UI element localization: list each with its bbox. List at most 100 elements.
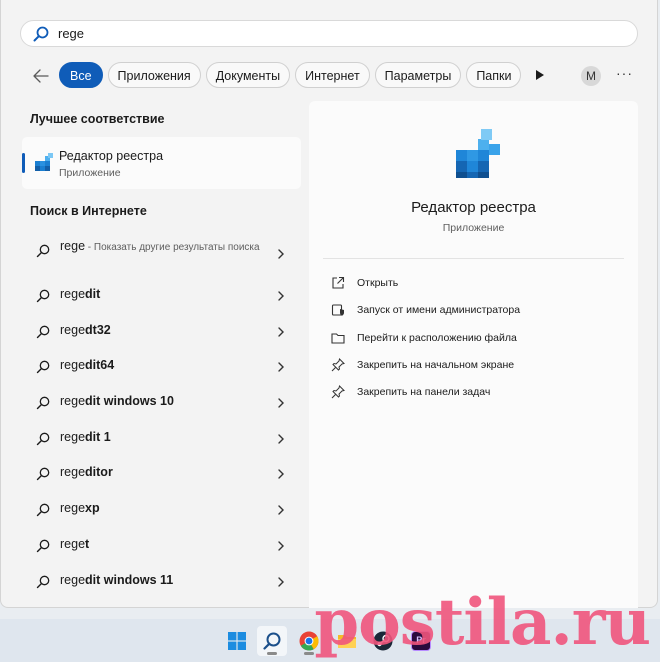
search-icon [36,468,50,481]
search-icon [263,632,281,650]
web-result-item[interactable]: regedt32 [22,313,301,349]
web-result-prefix: rege [60,465,86,480]
filter-chip[interactable]: Интернет [295,62,370,88]
chevron-right-icon [278,249,284,259]
web-result-completion: dit [85,287,101,301]
web-result-text: regedt32 [60,323,111,337]
search-icon [36,361,50,374]
web-result-item[interactable]: regedit windows 11 [22,563,301,599]
web-result-item[interactable]: regedit [22,277,301,313]
divider [323,258,624,259]
web-search-heading: Поиск в Интернете [30,204,147,218]
web-result-completion: dt32 [85,322,111,337]
web-result-completion: xp [85,501,100,516]
folder-icon [331,331,345,350]
play-icon[interactable] [535,69,545,81]
web-result-text: reget [60,537,89,551]
web-result-text: regedit64 [60,358,114,372]
selection-indicator [22,153,25,173]
search-icon [36,244,50,258]
web-result-show-more[interactable]: rege - Показать другие результаты поиска [22,232,301,277]
web-result-text: regeditor [60,465,113,479]
search-icon [36,539,50,553]
web-result-text: regedit windows 10 [60,394,174,408]
arrow-left-icon [33,69,49,83]
filter-chip[interactable]: Приложения [107,62,201,88]
pin-icon [331,357,345,377]
more-options-button[interactable]: ··· [616,65,633,81]
detail-app-name: Редактор реестра [411,199,536,216]
web-result-completion: dit windows 11 [85,572,174,587]
search-input[interactable] [58,26,598,41]
web-result-prefix: rege [60,358,86,373]
chevron-right-icon [278,326,284,337]
web-result-completion: dit64 [85,358,115,373]
web-result-prefix: rege [60,287,86,301]
web-result-item[interactable]: regeditor [22,455,301,491]
action-label: Открыть [357,277,399,289]
start-search-panel: ВсеПриложенияДокументыИнтернетПараметрыП… [0,0,658,608]
windows-start-icon [228,632,246,650]
app-detail-pane: Редактор реестра Приложение Открыть Запус… [309,101,638,608]
web-result-item[interactable]: regedit 1 [22,420,301,456]
back-button[interactable] [31,66,51,86]
web-result-text: rege - Показать другие результаты поиска [60,238,265,256]
filter-chip[interactable]: Документы [205,62,291,88]
filter-chip[interactable]: Параметры [374,62,462,88]
open-icon [331,276,345,295]
best-match-heading: Лучшее соответствие [30,112,165,126]
web-result-prefix: rege [60,536,86,551]
chevron-right-icon [278,291,284,301]
search-icon [36,396,50,410]
action-label: Перейти к расположению файла [357,331,517,344]
web-result-prefix: rege [60,572,86,587]
taskbar-search-button[interactable] [257,626,287,656]
shield-icon [331,303,345,322]
chevron-right-icon [278,469,284,480]
web-result-item[interactable]: regedit windows 10 [22,384,301,420]
action-label: Закрепить на начальном экране [357,358,515,371]
pin-icon [331,385,345,404]
web-result-completion: t [85,536,90,551]
avatar[interactable]: M [581,66,601,86]
search-icon [36,575,50,588]
web-result-text: regedit 1 [60,430,111,444]
search-icon [36,289,50,303]
web-results-list: rege - Показать другие результаты поиска… [22,232,301,598]
best-match-type: Приложение [59,167,121,179]
search-icon [33,26,49,41]
registry-editor-icon [35,153,53,171]
web-result-hint: - Показать другие результаты поиска [85,242,260,253]
search-icon [36,432,50,445]
web-result-text: regexp [60,501,100,515]
chevron-right-icon [278,362,284,373]
best-match-item[interactable]: Редактор реестра Приложение [22,137,301,189]
chevron-right-icon [278,541,284,551]
chevron-right-icon [278,505,284,515]
web-result-prefix: rege [60,322,86,337]
web-result-prefix: rege [60,429,86,444]
filter-chips: Все Приложения Документы Интернет Параметры П… [59,62,521,90]
web-result-item[interactable]: regexp [22,491,301,527]
web-result-text: regedit [60,287,100,301]
web-result-text: regedit windows 11 [60,573,173,587]
web-result-prefix: rege [60,394,86,409]
action-label: Запуск от имени администратора [357,304,521,317]
filter-bar: Все Приложения Документы Интернет Параметры П… [1,62,660,90]
watermark-logo: postila.ru [314,585,651,660]
start-button[interactable] [222,626,252,656]
search-box[interactable] [20,20,638,47]
search-icon [36,325,50,338]
web-result-completion: dit windows 10 [85,394,174,409]
filter-chip[interactable]: Все [59,62,103,88]
active-indicator [267,652,277,655]
search-icon [36,503,50,517]
best-match-name: Редактор реестра [59,149,164,163]
running-indicator [304,652,314,655]
web-result-item[interactable]: regedit64 [22,348,301,384]
web-result-query: rege [60,239,86,253]
filter-chip[interactable]: Папки [466,62,521,88]
detail-app-type: Приложение [442,222,505,234]
web-result-item[interactable]: reget [22,527,301,563]
chevron-right-icon [278,434,284,444]
